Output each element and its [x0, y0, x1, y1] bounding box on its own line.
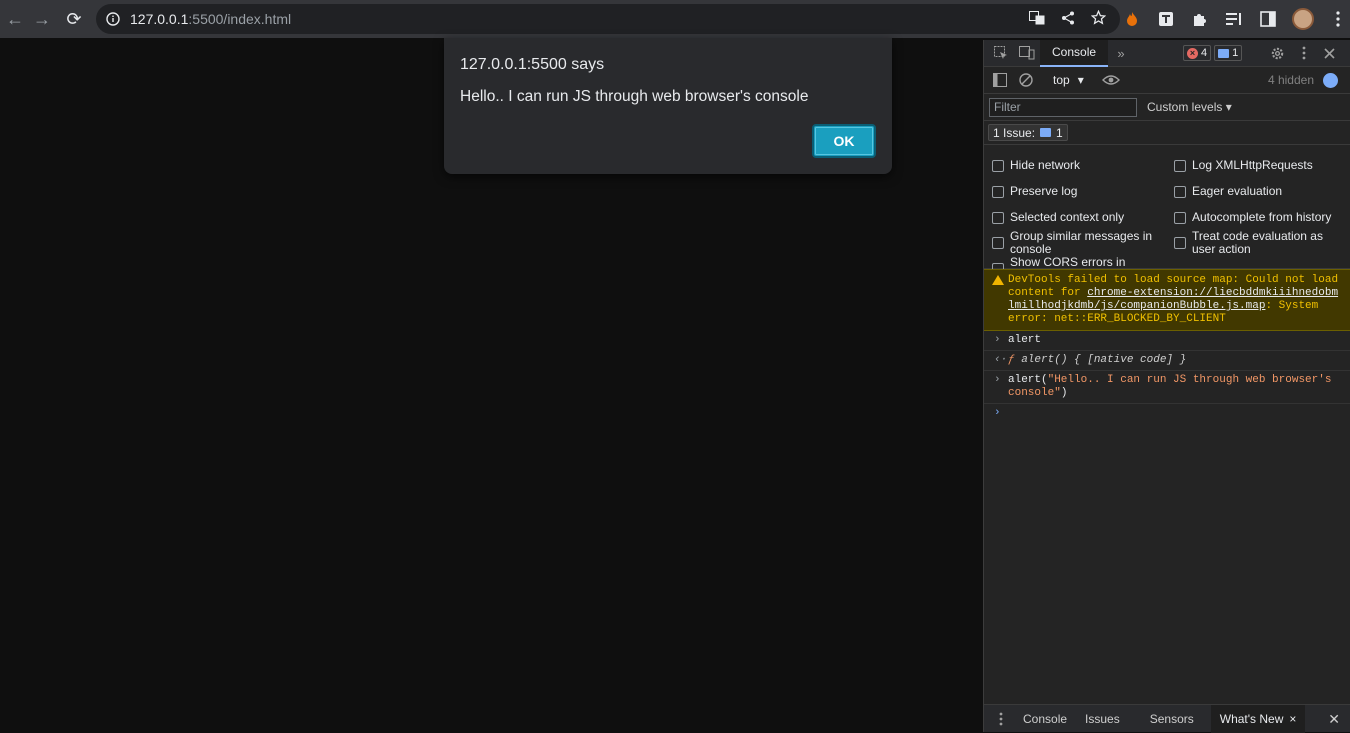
prompt-chevron-icon: › [994, 407, 1001, 419]
share-icon[interactable] [1061, 11, 1075, 28]
devtools-panel: Console » × 4 1 top ▾ 4 hidden Filter Cu… [983, 39, 1350, 733]
issues-label: 1 Issue: [993, 125, 1036, 140]
url-path: :5500/index.html [188, 11, 292, 27]
extension-flame-icon[interactable] [1122, 9, 1142, 29]
hide-network-checkbox[interactable] [992, 160, 1004, 172]
inspect-element-icon[interactable] [988, 40, 1014, 66]
console-settings-gear-icon[interactable] [1323, 73, 1338, 88]
close-drawer-icon[interactable]: ✕ [1328, 711, 1340, 728]
counters: × 4 1 [1183, 45, 1243, 61]
group-similar-option[interactable]: Group similar messages in console [992, 230, 1160, 256]
issue-message-icon [1040, 128, 1052, 137]
sourcemap-warning: DevTools failed to load source map: Coul… [984, 269, 1350, 331]
context-label: top [1053, 73, 1070, 87]
console-settings: Hide network Preserve log Selected conte… [984, 145, 1350, 282]
dialog-message: Hello.. I can run JS through web browser… [460, 88, 809, 105]
reload-button[interactable]: ⟳ [59, 4, 89, 34]
browser-toolbar: ← → ⟳ 127.0.0.1:5500/index.html [0, 0, 1350, 38]
clear-console-icon[interactable] [1013, 67, 1039, 93]
back-button[interactable]: ← [0, 4, 30, 34]
console-input-line: › alert("Hello.. I can run JS through we… [984, 371, 1350, 404]
tab-console[interactable]: Console [1040, 39, 1109, 67]
devtools-tabbar: Console » × 4 1 [984, 39, 1350, 67]
treat-code-checkbox[interactable] [1174, 237, 1186, 249]
hidden-count: 4 hidden [1267, 73, 1314, 87]
input-chevron-icon: › [994, 374, 1001, 386]
extensions-puzzle-icon[interactable] [1190, 9, 1210, 29]
close-tab-icon[interactable]: × [1289, 712, 1296, 726]
reading-list-icon[interactable] [1224, 9, 1244, 29]
reload-icon: ⟳ [66, 8, 82, 29]
autocomplete-option[interactable]: Autocomplete from history [1174, 211, 1331, 224]
selected-context-checkbox[interactable] [992, 212, 1004, 224]
context-selector[interactable]: top ▾ [1053, 73, 1084, 87]
dropdown-arrow-icon: ▾ [1077, 73, 1084, 87]
hide-network-option[interactable]: Hide network [992, 159, 1080, 172]
result-chevron-icon: ‹· [994, 354, 1008, 366]
more-tabs-icon[interactable]: » [1108, 40, 1134, 66]
close-devtools-icon[interactable] [1316, 40, 1342, 66]
message-count-badge[interactable]: 1 [1214, 45, 1243, 61]
extension-todoist-icon[interactable] [1156, 9, 1176, 29]
issues-bar: 1 Issue: 1 [984, 121, 1350, 145]
ok-button[interactable]: OK [812, 124, 876, 158]
log-xhr-option[interactable]: Log XMLHttpRequests [1174, 159, 1313, 172]
dialog-title: 127.0.0.1:5500 says [460, 56, 605, 73]
alert-dialog: 127.0.0.1:5500 says Hello.. I can run JS… [444, 38, 892, 174]
error-count-badge[interactable]: × 4 [1183, 45, 1212, 61]
profile-avatar[interactable] [1292, 8, 1314, 30]
settings-gear-icon[interactable] [1264, 40, 1290, 66]
warning-icon [992, 275, 1004, 285]
live-expression-eye-icon[interactable] [1098, 67, 1124, 93]
back-arrow-icon: ← [6, 8, 24, 29]
side-panel-icon[interactable] [1258, 9, 1278, 29]
drawer-tab-sensors[interactable]: Sensors [1141, 705, 1203, 733]
devtools-menu-icon[interactable] [1291, 40, 1317, 66]
drawer-tabbar: Console Issues Sensors What's New × ✕ [984, 704, 1350, 733]
console-input-line: › alert [984, 331, 1350, 351]
log-levels-dropdown[interactable]: Custom levels ▾ [1147, 100, 1232, 114]
url-host: 127.0.0.1 [130, 11, 189, 27]
filter-input[interactable] [989, 97, 1137, 117]
console-prompt[interactable]: › [984, 404, 1350, 424]
bookmark-star-icon[interactable] [1090, 9, 1107, 28]
treat-code-option[interactable]: Treat code evaluation as user action [1174, 230, 1339, 256]
sidebar-toggle-icon[interactable] [987, 67, 1013, 93]
drawer-tab-console[interactable]: Console [1014, 705, 1076, 733]
drawer-tab-whats-new[interactable]: What's New × [1210, 704, 1306, 733]
autocomplete-checkbox[interactable] [1174, 212, 1186, 224]
preserve-log-option[interactable]: Preserve log [992, 185, 1077, 198]
console-toolbar: top ▾ 4 hidden [984, 67, 1350, 94]
translate-icon[interactable] [1029, 10, 1045, 28]
selected-context-option[interactable]: Selected context only [992, 211, 1124, 224]
issues-button[interactable]: 1 Issue: 1 [988, 124, 1068, 141]
forward-arrow-icon: → [33, 8, 51, 29]
message-icon [1218, 48, 1230, 58]
group-similar-checkbox[interactable] [992, 237, 1004, 249]
site-info-icon[interactable] [96, 12, 130, 26]
address-bar[interactable]: 127.0.0.1:5500/index.html [96, 4, 1120, 34]
browser-menu-icon[interactable] [1328, 9, 1348, 29]
eager-eval-checkbox[interactable] [1174, 186, 1186, 198]
drawer-menu-icon[interactable] [988, 706, 1014, 732]
issues-count: 1 [1056, 125, 1063, 140]
preserve-log-checkbox[interactable] [992, 186, 1004, 198]
forward-button[interactable]: → [27, 4, 57, 34]
console-result-line: ‹· ƒ alert() { [native code] } [984, 351, 1350, 371]
device-toolbar-icon[interactable] [1014, 40, 1040, 66]
filter-bar: Custom levels ▾ [984, 94, 1350, 121]
log-xhr-checkbox[interactable] [1174, 160, 1186, 172]
error-icon: × [1187, 47, 1198, 59]
input-chevron-icon: › [994, 334, 1001, 346]
eager-eval-option[interactable]: Eager evaluation [1174, 185, 1282, 198]
drawer-tab-issues[interactable]: Issues [1076, 705, 1129, 733]
